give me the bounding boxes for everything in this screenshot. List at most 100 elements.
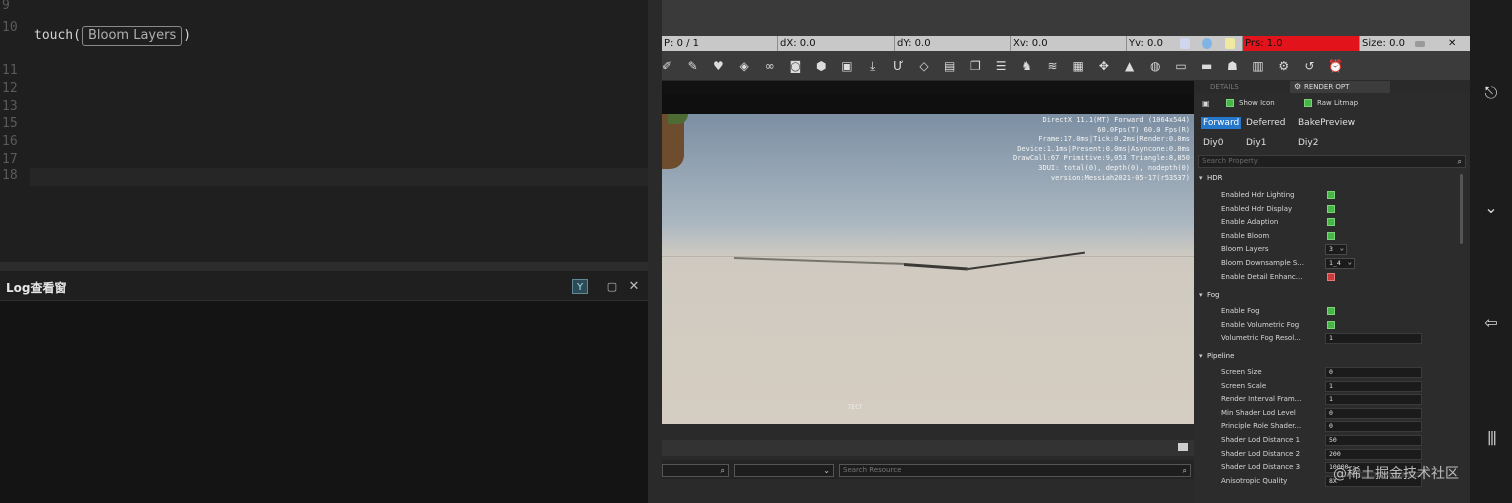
resource-type-dropdown[interactable]: ⌄ — [734, 464, 834, 477]
maximize-icon[interactable]: ▢ — [604, 279, 620, 294]
puzzle-icon[interactable]: ✥ — [1097, 59, 1111, 73]
resource-header — [662, 440, 1194, 456]
property-value-input[interactable]: 1 — [1325, 380, 1422, 392]
panel-tabs: DETAILS ⚙ RENDER OPT — [1194, 81, 1470, 93]
property-row: Shader Lod Distance 2 200 — [1194, 448, 1470, 461]
minimize-icon[interactable] — [1415, 41, 1425, 47]
property-value-input[interactable]: 0 — [1325, 407, 1422, 419]
panel-splitter[interactable] — [0, 262, 648, 271]
layers-icon[interactable]: ▤ — [943, 59, 957, 73]
document-icon[interactable]: ▦ — [1071, 59, 1085, 73]
property-label: Enabled Hdr Lighting — [1221, 191, 1295, 199]
cube-icon[interactable]: ◇ — [917, 59, 931, 73]
code-line[interactable]: 16 — [0, 134, 648, 152]
section-pipeline[interactable]: ▾ Pipeline — [1199, 350, 1234, 362]
chevron-down-icon: ⌄ — [1339, 244, 1344, 253]
property-value-input[interactable]: 1 — [1325, 333, 1422, 345]
brush-icon[interactable]: ✐ — [660, 59, 674, 73]
code-line-active[interactable]: 18 — [2, 168, 648, 186]
magnet-icon[interactable]: Ư — [891, 59, 905, 73]
brush-alt-icon[interactable]: ✎ — [686, 59, 700, 73]
link-icon[interactable]: ∞ — [763, 59, 777, 73]
scene-viewport[interactable]: DirectX 11.1(MT) Forward (1064x544) 60.0F… — [662, 94, 1194, 424]
globe-icon — [1202, 38, 1212, 49]
property-value-input[interactable]: 50 — [1325, 435, 1422, 446]
folder-icon[interactable] — [1178, 443, 1188, 451]
panel-scrollbar[interactable] — [1460, 174, 1463, 244]
bucket-icon[interactable]: ◈ — [737, 59, 751, 73]
property-checkbox[interactable] — [1327, 320, 1335, 329]
chevron-down-icon[interactable]: ⌄ — [1482, 199, 1500, 217]
log-content[interactable] — [0, 302, 648, 503]
property-search-input[interactable]: Search Property ⌕ — [1198, 155, 1466, 168]
stack-icon[interactable]: ≋ — [1046, 59, 1060, 73]
mode-forward[interactable]: Forward — [1201, 117, 1242, 129]
gear-icon[interactable]: ⚙ — [1277, 59, 1291, 73]
code-editor[interactable]: 9 10 touch(Bloom Layers) 11 12 13 15 16 … — [0, 0, 648, 262]
notes-icon[interactable]: ▥ — [1251, 59, 1265, 73]
mode-diy0[interactable]: Diy0 — [1201, 137, 1225, 149]
property-label: Render Interval Fram... — [1221, 395, 1302, 404]
property-checkbox[interactable] — [1327, 231, 1335, 240]
property-dropdown[interactable]: 3 ⌄ — [1325, 244, 1347, 256]
tab-render-opt[interactable]: ⚙ RENDER OPT — [1290, 81, 1390, 93]
property-dropdown[interactable]: 1_4 ⌄ — [1325, 258, 1355, 269]
display-icon[interactable]: ▬ — [1200, 59, 1214, 73]
property-search-placeholder: Search Property — [1202, 157, 1258, 165]
panel-options-row: ▣ Show Icon Raw Litmap — [1194, 97, 1470, 110]
property-label: Shader Lod Distance 1 — [1221, 436, 1301, 444]
monitor-icon[interactable]: ▭ — [1174, 59, 1188, 73]
property-value-input[interactable]: 0 — [1325, 421, 1422, 433]
menu-bars-icon[interactable]: ||| — [1482, 429, 1500, 447]
resource-search-placeholder: Search Resource — [843, 466, 902, 474]
property-checkbox[interactable] — [1327, 191, 1335, 199]
raw-litmap-checkbox[interactable] — [1304, 99, 1312, 107]
image-icon[interactable]: ▣ — [840, 59, 854, 73]
mode-diy2[interactable]: Diy2 — [1296, 137, 1320, 149]
warning-icon[interactable]: ▲ — [1123, 59, 1137, 73]
property-row: Enable Adaption — [1194, 216, 1470, 229]
pin-icon[interactable]: Y — [572, 279, 588, 294]
history-icon[interactable]: ↺ — [1303, 59, 1317, 73]
heart-icon[interactable]: ♥ — [711, 59, 725, 73]
property-value-input[interactable]: 1 — [1325, 394, 1422, 406]
globe-icon[interactable]: ◍ — [1148, 59, 1162, 73]
resource-search-input[interactable]: Search Resource ⌕ — [839, 464, 1191, 477]
property-checkbox[interactable] — [1327, 307, 1335, 315]
section-hdr[interactable]: ▾ HDR — [1199, 172, 1223, 184]
code-line[interactable]: 10 touch(Bloom Layers) — [0, 20, 648, 46]
resource-filter-input[interactable]: ⌕ — [662, 464, 729, 477]
section-fog[interactable]: ▾ Fog — [1199, 289, 1220, 301]
copy-icon[interactable]: ❐ — [968, 59, 982, 73]
alarm-icon[interactable]: ⏰ — [1328, 59, 1343, 73]
property-checkbox[interactable] — [1327, 218, 1335, 227]
list-icon[interactable]: ☰ — [994, 59, 1008, 73]
property-checkbox[interactable] — [1327, 204, 1335, 213]
property-row: Screen Size 0 — [1194, 366, 1470, 379]
property-checkbox[interactable] — [1327, 272, 1335, 281]
property-value-input[interactable]: 200 — [1325, 448, 1422, 460]
close-icon[interactable]: ✕ — [626, 279, 642, 294]
mode-deferred[interactable]: Deferred — [1244, 117, 1287, 129]
code-line[interactable]: 11 — [0, 63, 648, 81]
log-panel-header: Log查看窗 Y ▢ ✕ — [0, 271, 648, 301]
robot-icon[interactable]: ☗ — [1225, 59, 1239, 73]
resource-area: ⌕ ⌄ Search Resource ⌕ — [662, 424, 1194, 503]
hexagon-icon[interactable]: ⬢ — [814, 59, 828, 73]
close-icon[interactable]: ✕ — [1448, 36, 1456, 51]
property-value-input[interactable]: 0 — [1325, 367, 1422, 378]
mode-bakepreview[interactable]: BakePreview — [1296, 117, 1357, 129]
code-line[interactable]: 15 — [0, 116, 648, 134]
tab-details[interactable]: DETAILS — [1196, 81, 1290, 93]
code-line[interactable]: 9 — [0, 0, 648, 16]
mode-diy1[interactable]: Diy1 — [1244, 137, 1268, 149]
figure-icon[interactable]: ♞ — [1020, 59, 1034, 73]
save-icon[interactable]: ▣ — [1202, 97, 1210, 110]
show-icon-checkbox[interactable] — [1226, 99, 1234, 107]
download-icon[interactable]: ⤓ — [866, 59, 880, 73]
code-line[interactable]: 13 — [0, 99, 648, 117]
camera-icon[interactable]: ◙ — [789, 59, 803, 73]
back-arrow-icon[interactable]: ⇦ — [1482, 314, 1500, 332]
exit-icon[interactable]: ⎋ — [1482, 84, 1500, 102]
code-line[interactable]: 12 — [0, 81, 648, 99]
